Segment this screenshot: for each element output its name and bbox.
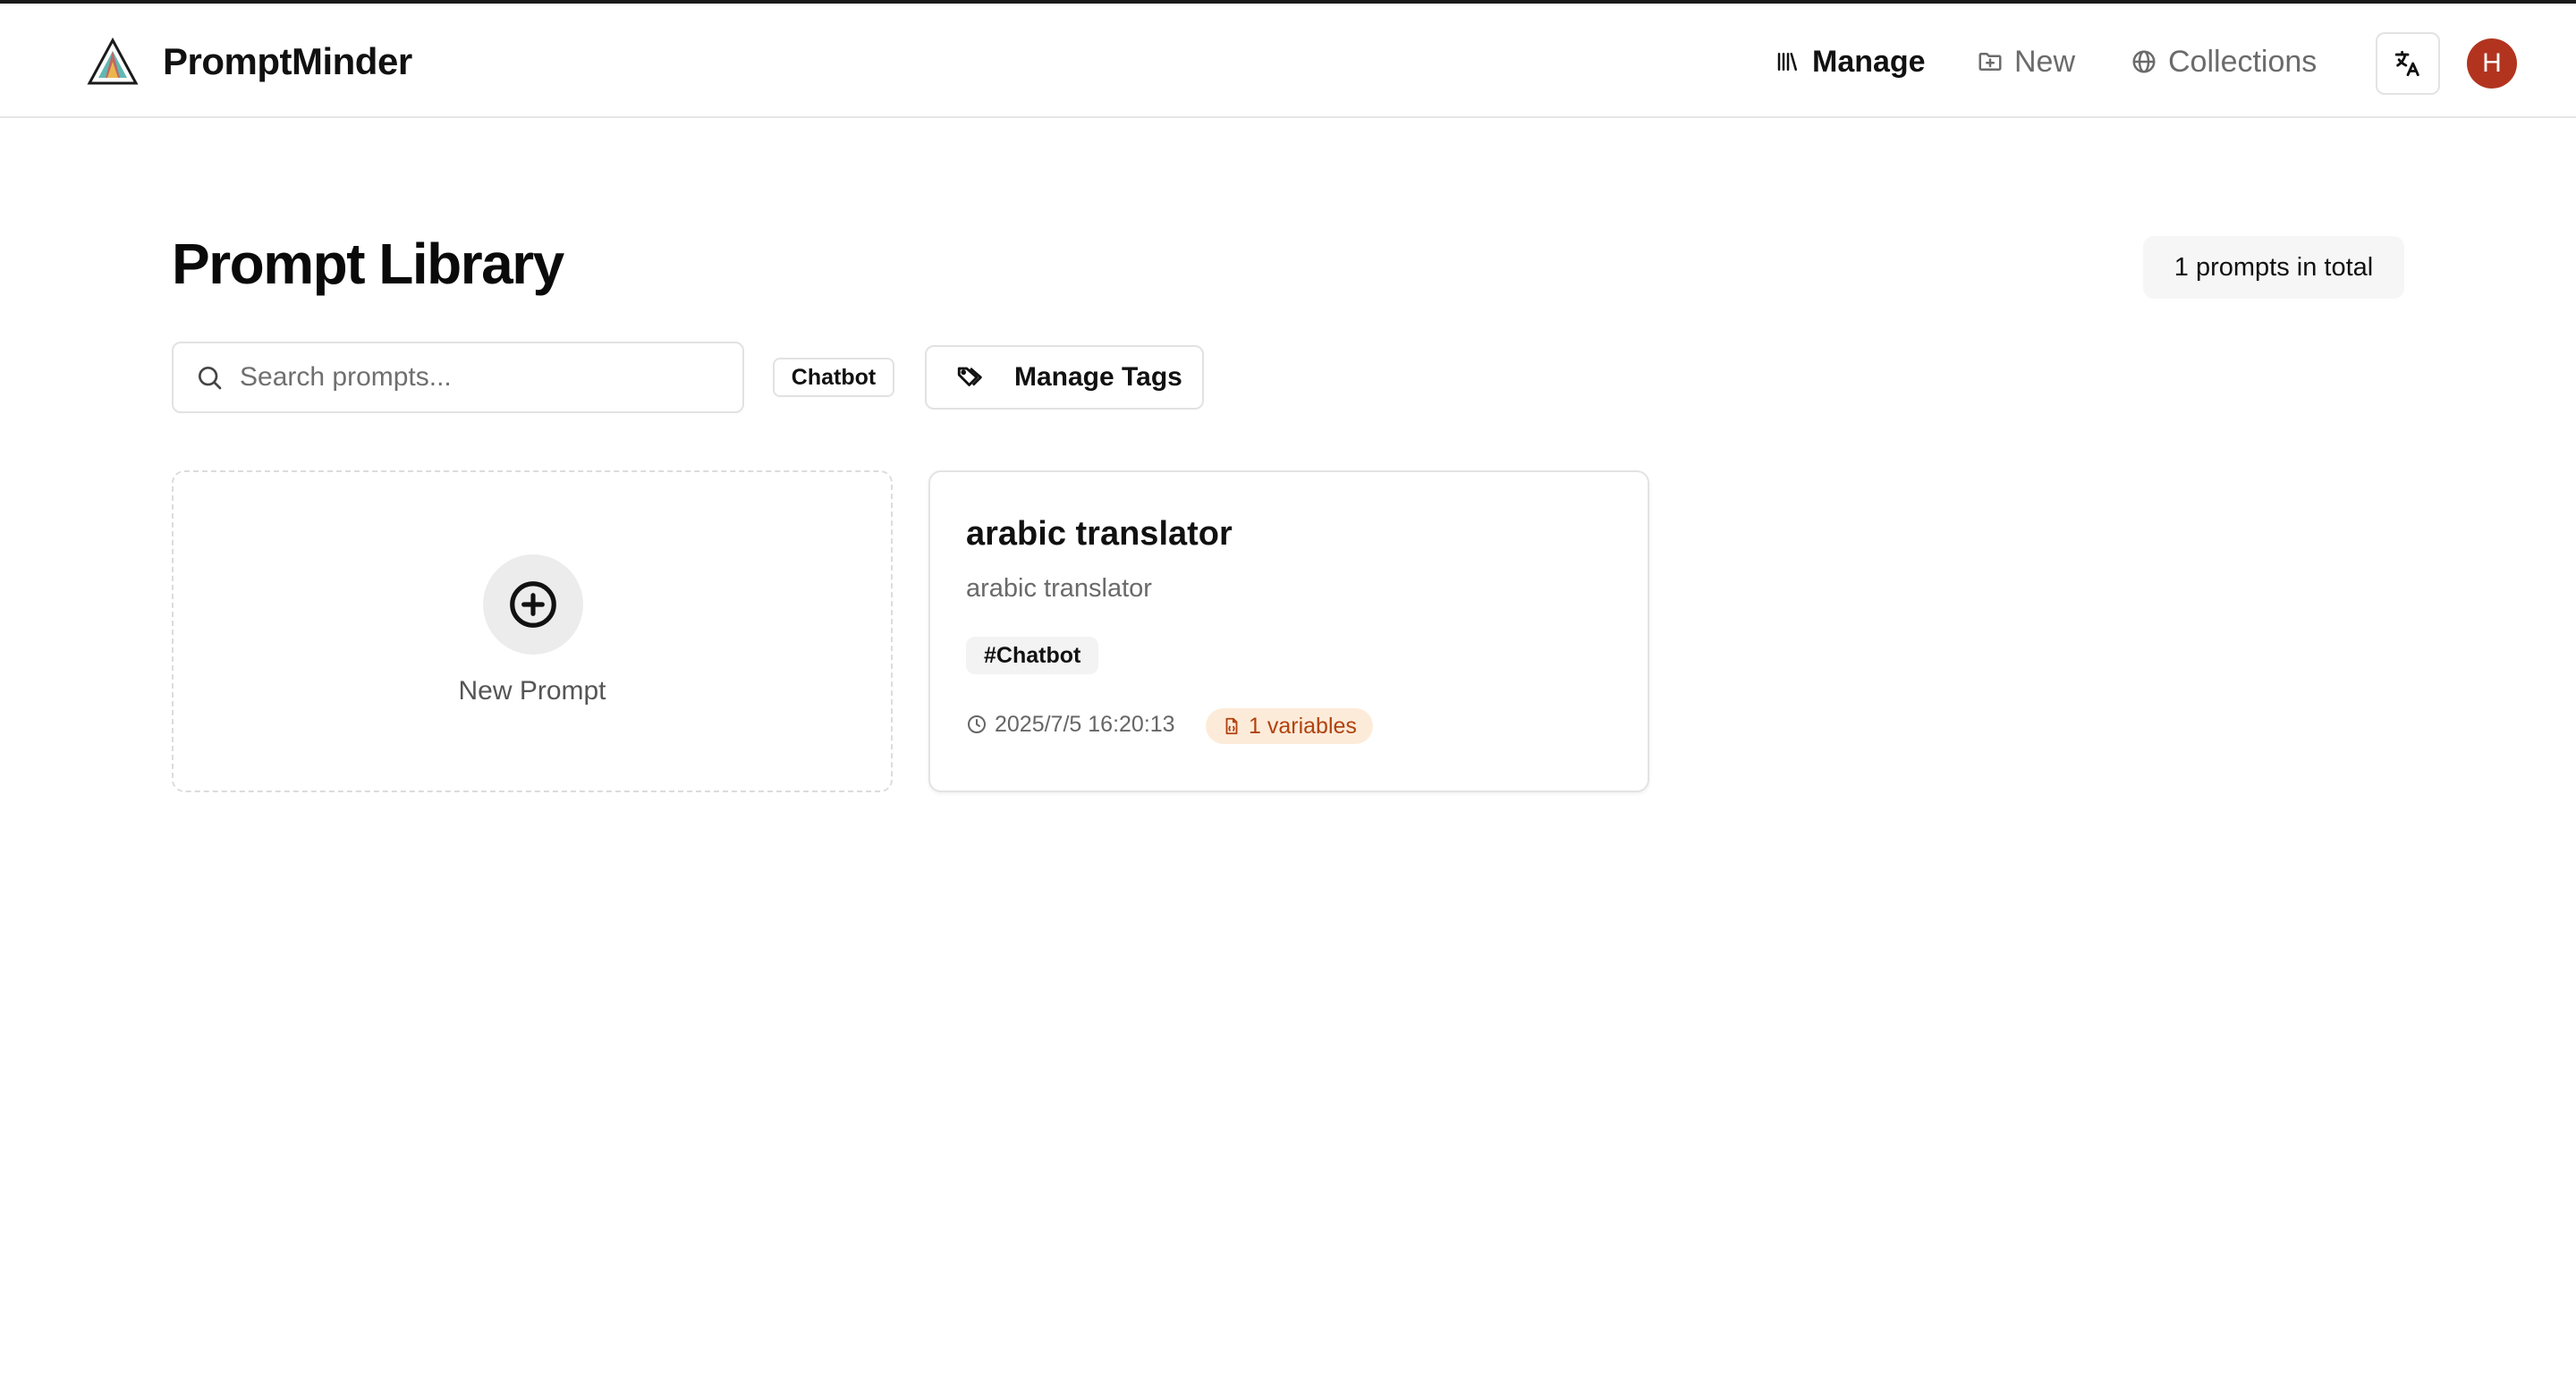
- tags-icon: [957, 367, 982, 386]
- nav-manage[interactable]: Manage: [1775, 30, 1926, 93]
- new-prompt-card[interactable]: New Prompt: [172, 470, 893, 792]
- new-prompt-label: New Prompt: [458, 676, 606, 706]
- prompt-description: arabic translator: [966, 574, 1152, 603]
- variables-badge: 1 variables: [1206, 708, 1373, 744]
- nav-collections[interactable]: Collections: [2131, 30, 2317, 93]
- language-button[interactable]: [2376, 32, 2440, 95]
- page-title: Prompt Library: [172, 232, 564, 296]
- folder-plus-icon: [1979, 53, 2002, 71]
- avatar[interactable]: H: [2467, 38, 2517, 89]
- prompt-card[interactable]: arabic translator arabic translator #Cha…: [928, 470, 1649, 792]
- plus-button[interactable]: [483, 554, 583, 655]
- app-header: PromptMinder Manage New Collections H: [0, 4, 2576, 118]
- search-icon: [199, 367, 222, 390]
- translate-icon: [2394, 50, 2419, 77]
- tag-filter-chatbot[interactable]: Chatbot: [773, 358, 894, 397]
- prompt-timestamp: 2025/7/5 16:20:13: [966, 706, 1175, 742]
- prompt-timestamp-text: 2025/7/5 16:20:13: [995, 711, 1175, 737]
- prompt-tag[interactable]: #Chatbot: [966, 637, 1099, 674]
- variables-count: 1 variables: [1249, 713, 1357, 739]
- app-name: PromptMinder: [163, 40, 412, 82]
- nav-new-label: New: [2014, 44, 2076, 79]
- logo-icon: [87, 37, 139, 85]
- manage-tags-button[interactable]: Manage Tags: [925, 345, 1204, 410]
- manage-tags-label: Manage Tags: [1014, 362, 1182, 392]
- globe-icon: [2132, 50, 2156, 73]
- brand[interactable]: PromptMinder: [84, 30, 412, 93]
- plus-circle-icon: [510, 581, 556, 628]
- prompt-count-badge: 1 prompts in total: [2143, 236, 2404, 299]
- nav-manage-label: Manage: [1812, 44, 1926, 79]
- search-input[interactable]: [240, 362, 705, 393]
- library-icon: [1777, 53, 1797, 71]
- variable-file-icon: [1225, 717, 1238, 735]
- nav-new[interactable]: New: [1977, 30, 2075, 93]
- prompt-title: arabic translator: [966, 515, 1233, 553]
- clock-icon: [968, 715, 986, 733]
- nav-collections-label: Collections: [2168, 44, 2318, 79]
- search-box[interactable]: [172, 342, 744, 413]
